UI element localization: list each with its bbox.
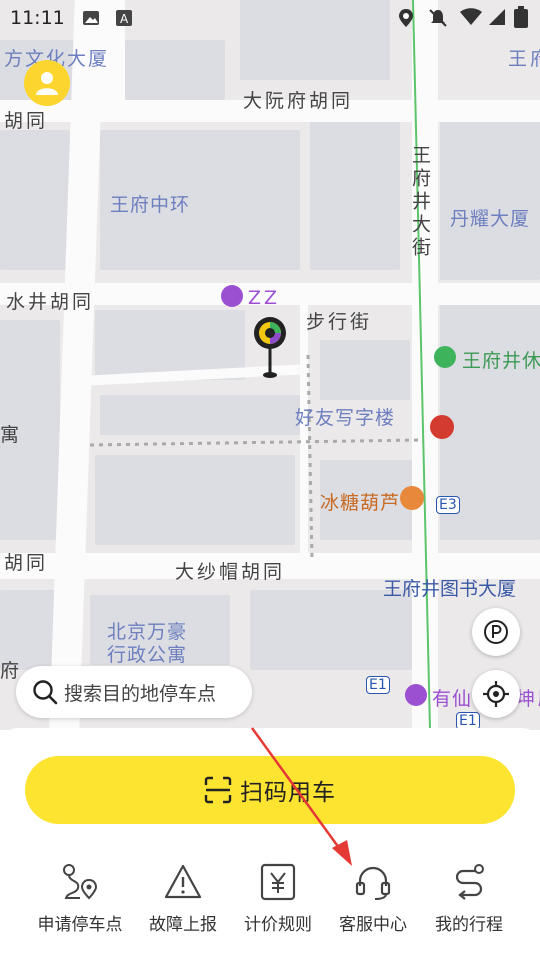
search-icon <box>33 680 58 705</box>
crosshair-icon <box>483 681 509 707</box>
zz-poi-icon[interactable] <box>221 285 243 307</box>
parking-icon <box>484 620 508 644</box>
map-label: 寓 <box>0 424 23 446</box>
map-label: 王府中环 <box>110 194 191 216</box>
headset-icon <box>355 866 391 900</box>
map-label: 胡同 <box>4 110 49 132</box>
action-label: 申请停车点 <box>37 915 123 935</box>
map-label: 丹耀大厦 <box>450 208 531 230</box>
pricing-rules-button[interactable]: 计价规则 <box>228 858 328 935</box>
image-notification-icon <box>83 11 99 25</box>
user-icon <box>36 72 58 95</box>
action-label: 客服中心 <box>339 915 407 935</box>
yuan-price-icon <box>260 863 296 901</box>
battery-icon <box>514 6 528 28</box>
shop-poi-icon[interactable] <box>405 684 427 706</box>
map-label: 王府井图书大厦 <box>383 578 517 600</box>
customer-service-button[interactable]: 客服中心 <box>323 858 423 935</box>
map-label: 好友写字楼 <box>295 407 396 429</box>
my-trips-button[interactable]: 我的行程 <box>419 858 519 935</box>
map-label: 大纱帽胡同 <box>175 561 286 583</box>
map-label: 王府井休 <box>462 350 540 372</box>
parking-pin-icon[interactable] <box>252 316 288 380</box>
action-label: 计价规则 <box>244 915 312 935</box>
map-label: ZZ <box>248 287 281 309</box>
report-fault-button[interactable]: 故障上报 <box>133 858 233 935</box>
e1-badge: E1 <box>366 676 390 694</box>
kfc-icon[interactable] <box>430 415 454 439</box>
food-icon[interactable] <box>400 486 424 510</box>
search-placeholder: 搜索目的地停车点 <box>64 682 217 705</box>
apply-parking-spot-button[interactable]: 申请停车点 <box>30 858 130 935</box>
trip-route-icon <box>455 864 484 900</box>
e3-badge: E3 <box>436 496 460 514</box>
status-time: 11:11 <box>10 7 65 29</box>
locate-button[interactable] <box>472 670 520 718</box>
map-view[interactable]: 方文化大厦 王府 大阮府胡同 胡同 王府中环 王府井大街 丹耀大厦 水井胡同 Z… <box>0 0 540 730</box>
map-label: 步行街 <box>306 311 373 333</box>
search-input[interactable]: 搜索目的地停车点 <box>16 666 252 718</box>
status-bar: 11:11 A <box>0 0 540 36</box>
warning-icon <box>164 864 202 899</box>
signal-icon <box>489 9 505 25</box>
scan-icon <box>204 776 232 804</box>
map-label: 王府井大街 <box>409 145 431 260</box>
wifi-icon <box>460 8 482 25</box>
scan-to-ride-button[interactable]: 扫码用车 <box>25 756 515 824</box>
map-label: 王府 <box>508 48 540 70</box>
route-location-icon <box>63 864 98 900</box>
mute-icon <box>429 9 447 27</box>
map-label: 有仙 <box>432 688 473 710</box>
scan-button-label: 扫码用车 <box>240 780 336 806</box>
map-label: 行政公寓 <box>107 644 188 666</box>
location-icon <box>399 9 413 27</box>
map-label: 冰糖葫芦 <box>320 492 401 514</box>
map-label: 胡同 <box>4 552 49 574</box>
park-poi-icon[interactable] <box>434 346 456 368</box>
action-label: 故障上报 <box>149 915 217 935</box>
avatar[interactable] <box>24 60 70 106</box>
svg-text:A: A <box>120 12 129 26</box>
map-label: 大阮府胡同 <box>243 90 354 112</box>
map-label: 水井胡同 <box>6 291 95 313</box>
parking-filter-button[interactable] <box>472 608 520 656</box>
action-label: 我的行程 <box>435 915 503 935</box>
font-notification-icon: A <box>116 10 132 26</box>
